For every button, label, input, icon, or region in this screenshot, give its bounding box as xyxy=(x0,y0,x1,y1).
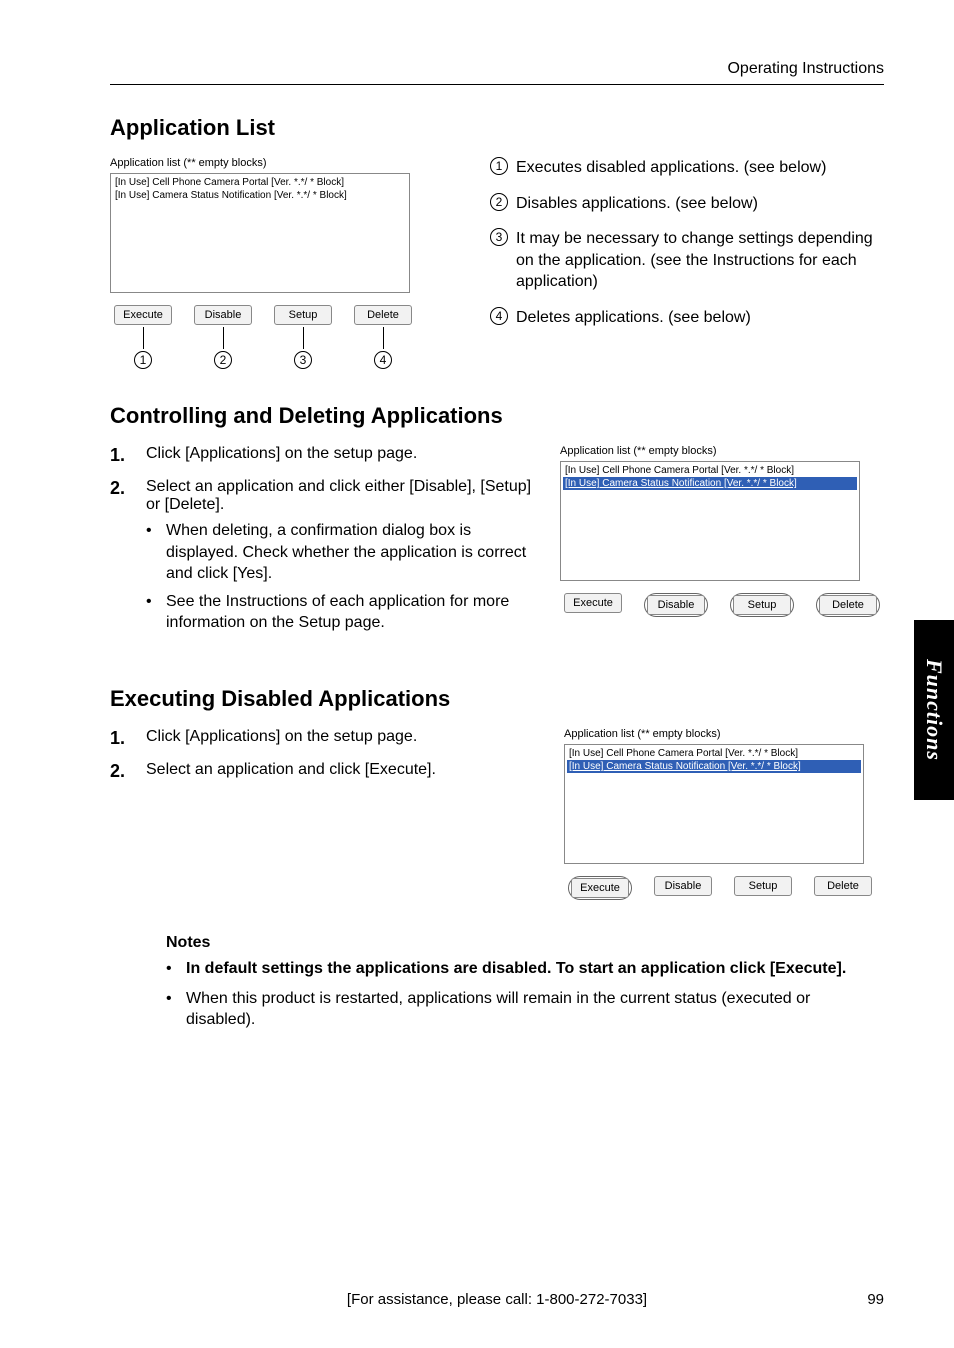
substep-text: See the Instructions of each application… xyxy=(166,591,536,634)
heading-executing-disabled: Executing Disabled Applications xyxy=(110,686,884,712)
list-item[interactable]: [In Use] Cell Phone Camera Portal [Ver. … xyxy=(563,464,857,477)
callout-2: 2 xyxy=(214,351,232,369)
callout-num: 4 xyxy=(490,307,508,325)
app-list-title: Application list (** empty blocks) xyxy=(110,157,416,169)
list-item[interactable]: [In Use] Cell Phone Camera Portal [Ver. … xyxy=(113,176,407,189)
app-list-panel: Application list (** empty blocks) [In U… xyxy=(564,728,876,900)
page-footer: [For assistance, please call: 1-800-272-… xyxy=(110,1291,884,1308)
callout-text: Deletes applications. (see below) xyxy=(516,307,751,329)
step-text: Click [Applications] on the setup page. xyxy=(146,445,417,463)
setup-button[interactable]: Setup xyxy=(274,305,332,325)
highlight-circle: Delete xyxy=(816,593,880,617)
list-item[interactable]: [In Use] Camera Status Notification [Ver… xyxy=(113,189,407,202)
heading-application-list: Application List xyxy=(110,115,884,141)
callout-num: 3 xyxy=(490,228,508,246)
running-header: Operating Instructions xyxy=(110,60,884,78)
app-listbox[interactable]: [In Use] Cell Phone Camera Portal [Ver. … xyxy=(560,461,860,581)
step-text: Click [Applications] on the setup page. xyxy=(146,728,417,746)
bullet-icon: • xyxy=(146,520,156,585)
highlight-circle: Disable xyxy=(644,593,708,617)
callout-descriptions: 1 Executes disabled applications. (see be… xyxy=(490,157,884,329)
app-listbox[interactable]: [In Use] Cell Phone Camera Portal [Ver. … xyxy=(564,744,864,864)
app-list-panel: Application list (** empty blocks) [In U… xyxy=(560,445,884,617)
step-number: 1. xyxy=(110,728,132,749)
header-rule xyxy=(110,84,884,85)
highlight-circle: Setup xyxy=(730,593,794,617)
callout-num: 1 xyxy=(490,157,508,175)
step-number: 2. xyxy=(110,478,132,499)
notes-list: • In default settings the applications ar… xyxy=(166,958,884,1031)
callout-4: 4 xyxy=(374,351,392,369)
step-number: 1. xyxy=(110,445,132,466)
setup-button[interactable]: Setup xyxy=(734,876,792,896)
section-controlling-deleting: Controlling and Deleting Applications 1.… xyxy=(110,403,884,652)
notes-heading: Notes xyxy=(166,934,884,952)
step-text: Select an application and click [Execute… xyxy=(146,761,436,779)
note-text: In default settings the applications are… xyxy=(186,958,846,980)
step-text: Select an application and click either [… xyxy=(146,478,536,514)
disable-button[interactable]: Disable xyxy=(654,876,712,896)
side-tab-functions: Functions xyxy=(914,620,954,800)
page-number: 99 xyxy=(844,1291,884,1308)
list-item-selected[interactable]: [In Use] Camera Status Notification [Ver… xyxy=(563,477,857,490)
disable-button[interactable]: Disable xyxy=(647,595,705,615)
callout-3: 3 xyxy=(294,351,312,369)
list-item-selected[interactable]: [In Use] Camera Status Notification [Ver… xyxy=(567,760,861,773)
callout-num: 2 xyxy=(490,193,508,211)
app-list-title: Application list (** empty blocks) xyxy=(564,728,876,740)
setup-button[interactable]: Setup xyxy=(733,595,791,615)
execute-button[interactable]: Execute xyxy=(114,305,172,325)
app-list-title: Application list (** empty blocks) xyxy=(560,445,884,457)
execute-button[interactable]: Execute xyxy=(571,878,629,898)
list-item[interactable]: [In Use] Cell Phone Camera Portal [Ver. … xyxy=(567,747,861,760)
bullet-icon: • xyxy=(166,958,176,980)
delete-button[interactable]: Delete xyxy=(819,595,877,615)
delete-button[interactable]: Delete xyxy=(814,876,872,896)
highlight-circle: Execute xyxy=(568,876,632,900)
app-list-panel: Application list (** empty blocks) [In U… xyxy=(110,157,416,369)
delete-button[interactable]: Delete xyxy=(354,305,412,325)
note-text: When this product is restarted, applicat… xyxy=(186,988,884,1031)
heading-controlling-deleting: Controlling and Deleting Applications xyxy=(110,403,884,429)
section-executing-disabled: Executing Disabled Applications 1. Click… xyxy=(110,686,884,900)
bullet-icon: • xyxy=(166,988,176,1031)
footer-assist: [For assistance, please call: 1-800-272-… xyxy=(150,1291,844,1308)
app-listbox[interactable]: [In Use] Cell Phone Camera Portal [Ver. … xyxy=(110,173,410,293)
callout-text: Executes disabled applications. (see bel… xyxy=(516,157,826,179)
callout-1: 1 xyxy=(134,351,152,369)
substep-text: When deleting, a confirmation dialog box… xyxy=(166,520,536,585)
disable-button[interactable]: Disable xyxy=(194,305,252,325)
bullet-icon: • xyxy=(146,591,156,634)
section-application-list: Application List Application list (** em… xyxy=(110,115,884,369)
step-number: 2. xyxy=(110,761,132,782)
execute-button[interactable]: Execute xyxy=(564,593,622,613)
callout-text: Disables applications. (see below) xyxy=(516,193,758,215)
callout-text: It may be necessary to change settings d… xyxy=(516,228,884,293)
